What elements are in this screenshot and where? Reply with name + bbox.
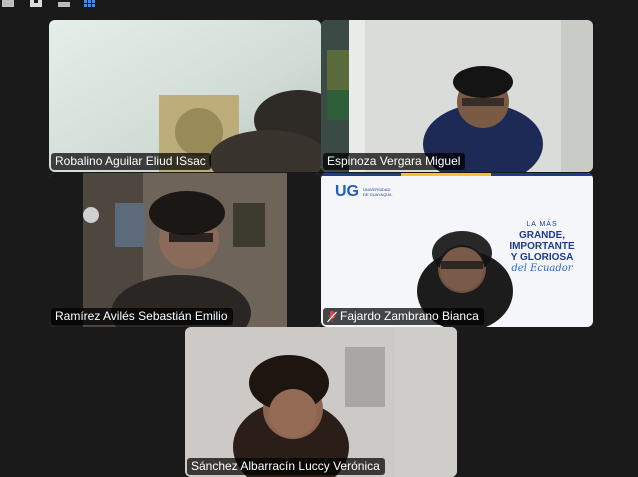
participant-video [49,20,321,172]
gallery-view-icon[interactable] [30,0,42,7]
logo-caption: UNIVERSIDAD DE GUAYAQUIL [363,187,393,197]
virtual-background-slogan: LA MÁS GRANDE, IMPORTANTE Y GLORIOSA del… [499,219,585,274]
participant-tile-ramirez[interactable]: Ramírez Avilés Sebastián Emilio [49,173,321,327]
slogan-line: Y GLORIOSA [510,252,574,263]
participant-tile-robalino[interactable]: Robalino Aguilar Eliud ISsac [49,20,321,172]
logo-mark: UG [335,183,359,200]
participant-tile-sanchez[interactable]: Sánchez Albarracín Luccy Verónica [185,327,457,477]
participant-name-tag: Sánchez Albarracín Luccy Verónica [187,458,385,475]
slogan-line: GRANDE, [518,230,566,241]
participant-tile-espinoza[interactable]: Espinoza Vergara Miguel [321,20,593,172]
view-toolbar [0,0,638,12]
participant-name: Sánchez Albarracín Luccy Verónica [191,459,380,473]
participant-name: Espinoza Vergara Miguel [327,154,461,168]
participant-name: Ramírez Avilés Sebastián Emilio [55,309,228,323]
slogan-line: del Ecuador [511,263,573,274]
virtual-background-logo: UG UNIVERSIDAD DE GUAYAQUIL [335,183,395,201]
participant-name-tag: Espinoza Vergara Miguel [323,153,466,170]
speaker-view-icon[interactable] [2,0,14,7]
participant-tile-fajardo[interactable]: UG UNIVERSIDAD DE GUAYAQUIL LA MÁS GRAND… [321,173,593,327]
participant-name: Fajardo Zambrano Bianca [340,309,479,323]
strip-view-icon[interactable] [58,0,70,7]
participant-name-tag: Ramírez Avilés Sebastián Emilio [51,308,233,325]
grid-view-icon[interactable] [84,0,96,7]
slogan-line: IMPORTANTE [509,241,575,252]
video-gallery: Robalino Aguilar Eliud ISsac Espinoza Ve… [0,12,638,477]
microphone-muted-icon [327,310,337,323]
participant-name-tag: Robalino Aguilar Eliud ISsac [51,153,211,170]
participant-name: Robalino Aguilar Eliud ISsac [55,154,206,168]
participant-video [321,20,593,172]
participant-video [49,173,321,327]
participant-video [185,327,457,477]
participant-name-tag: Fajardo Zambrano Bianca [323,308,484,325]
slogan-line: LA MÁS [526,221,558,228]
